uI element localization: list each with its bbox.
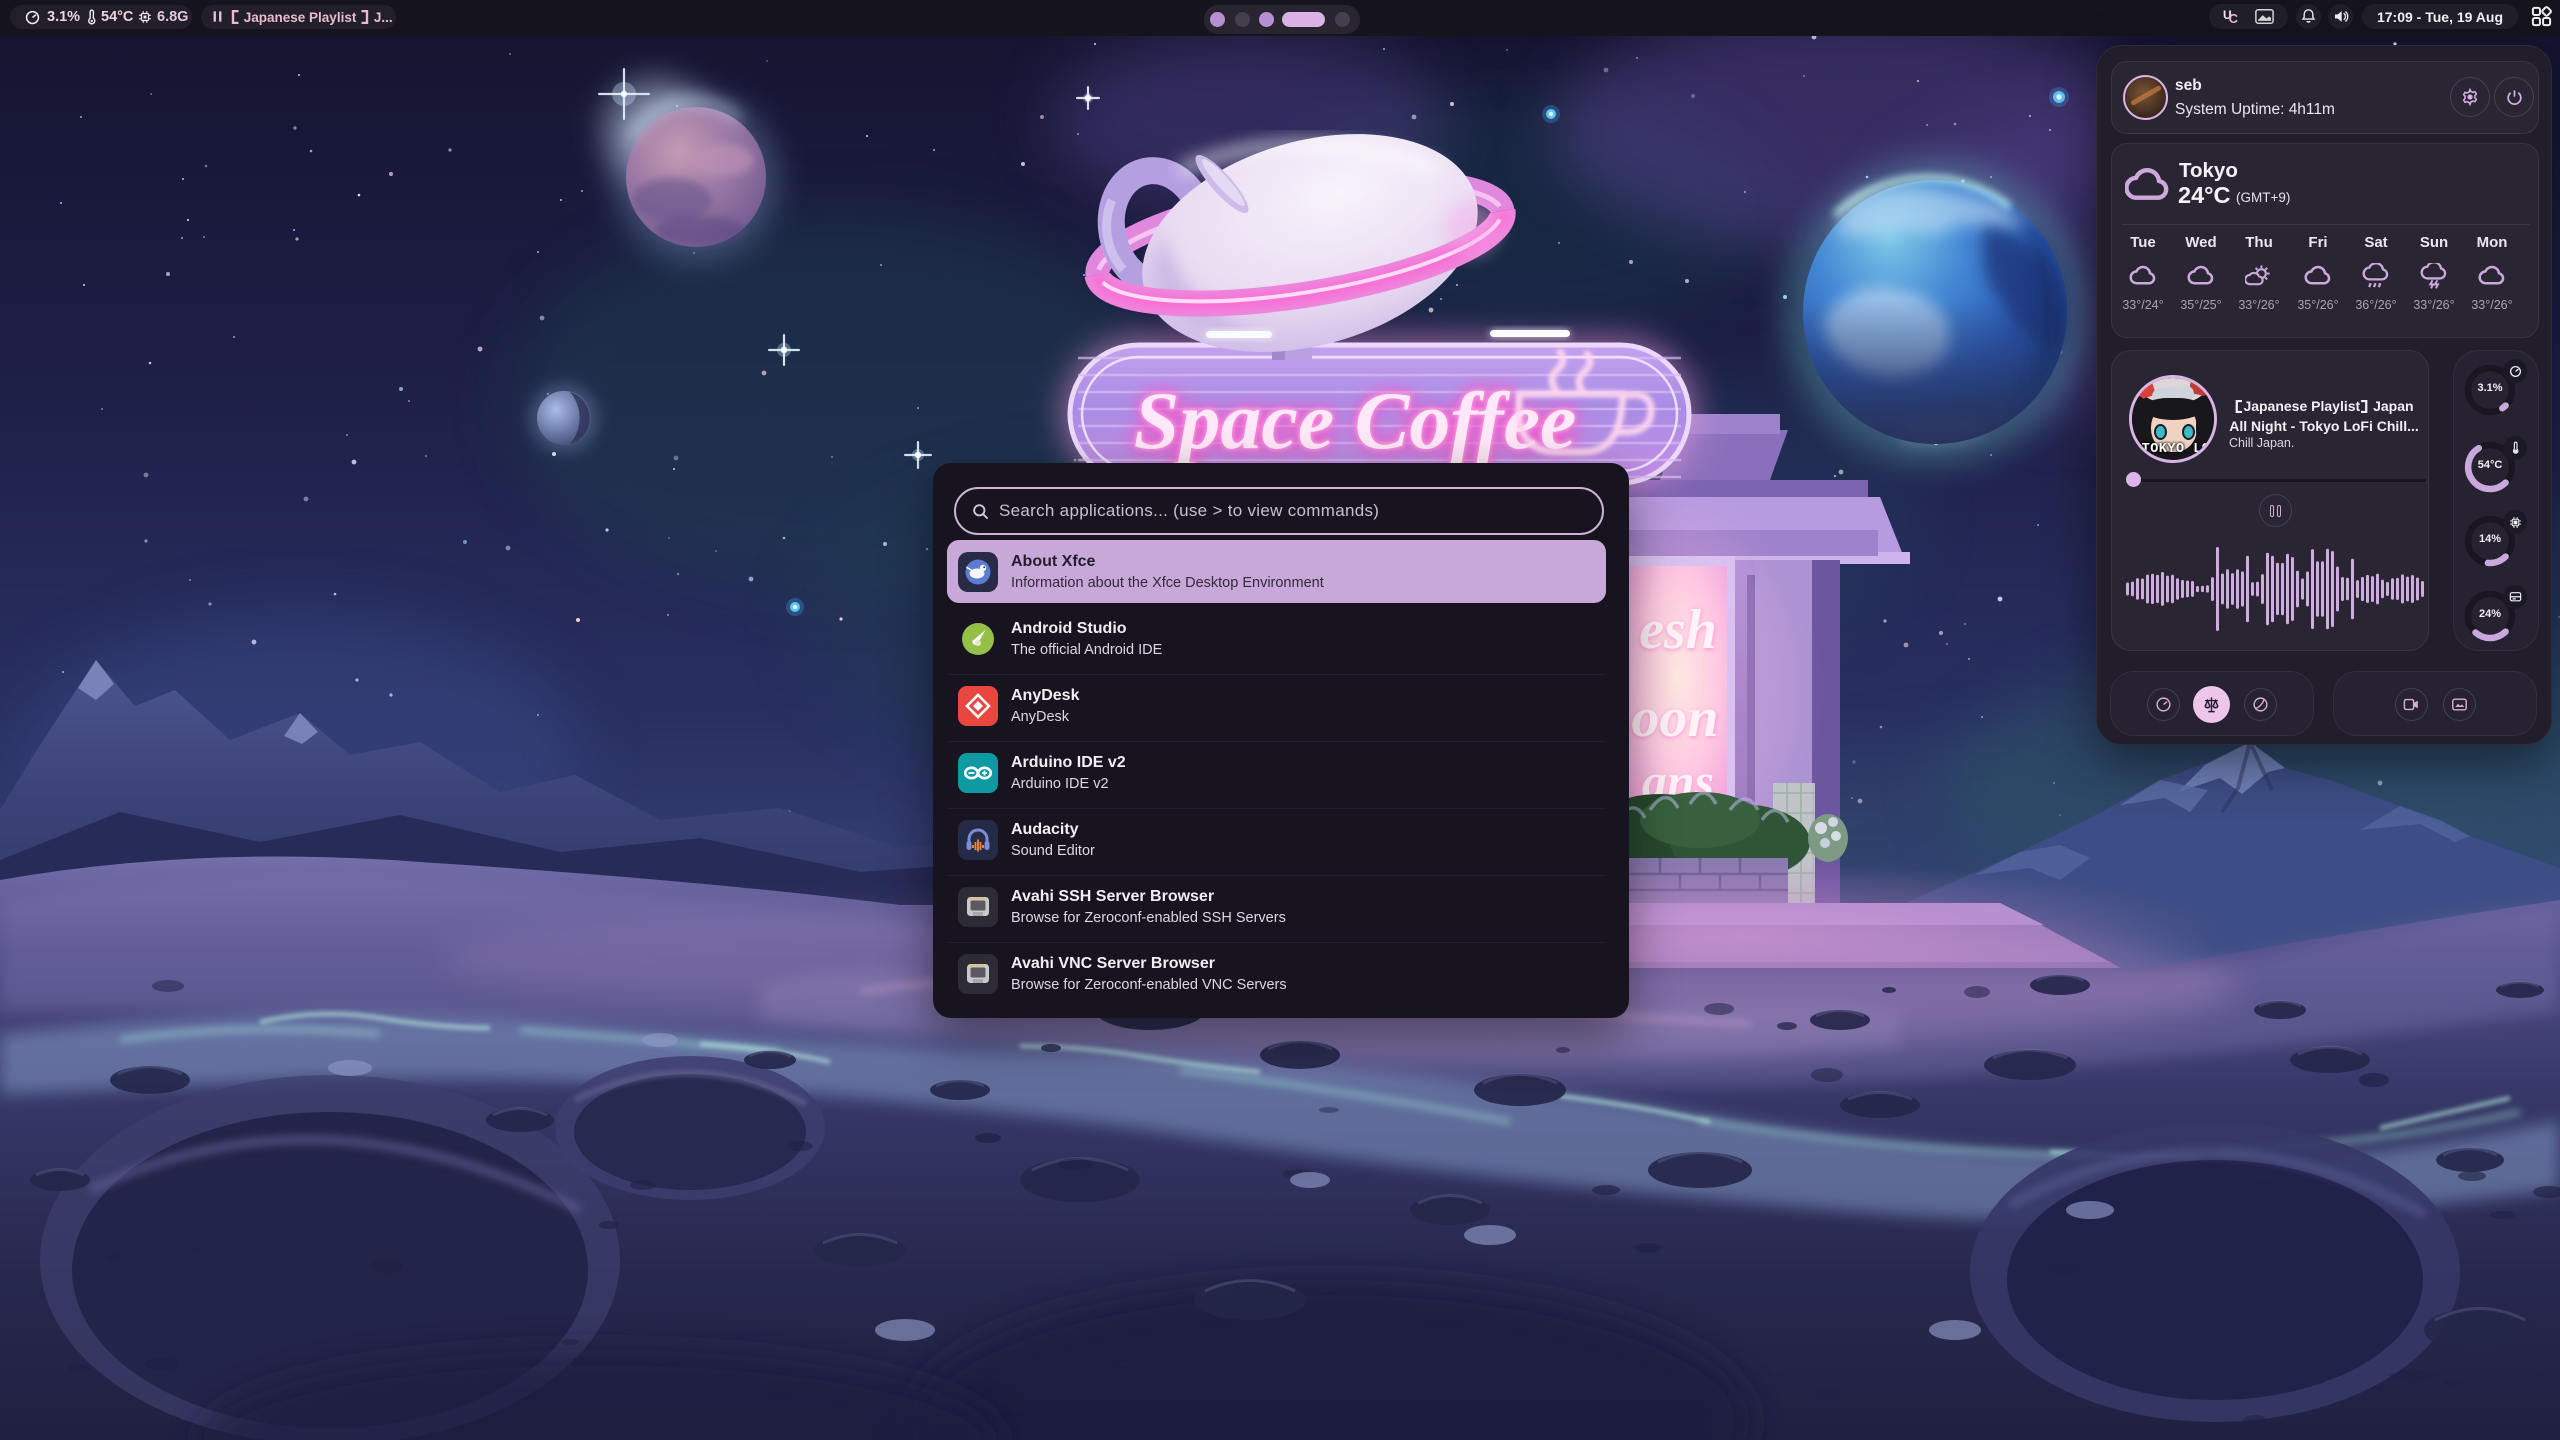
svg-text:oon: oon [1631, 687, 1718, 749]
svg-text:esh: esh [1639, 599, 1717, 661]
svg-text:Space Coffee: Space Coffee [1134, 375, 1577, 466]
